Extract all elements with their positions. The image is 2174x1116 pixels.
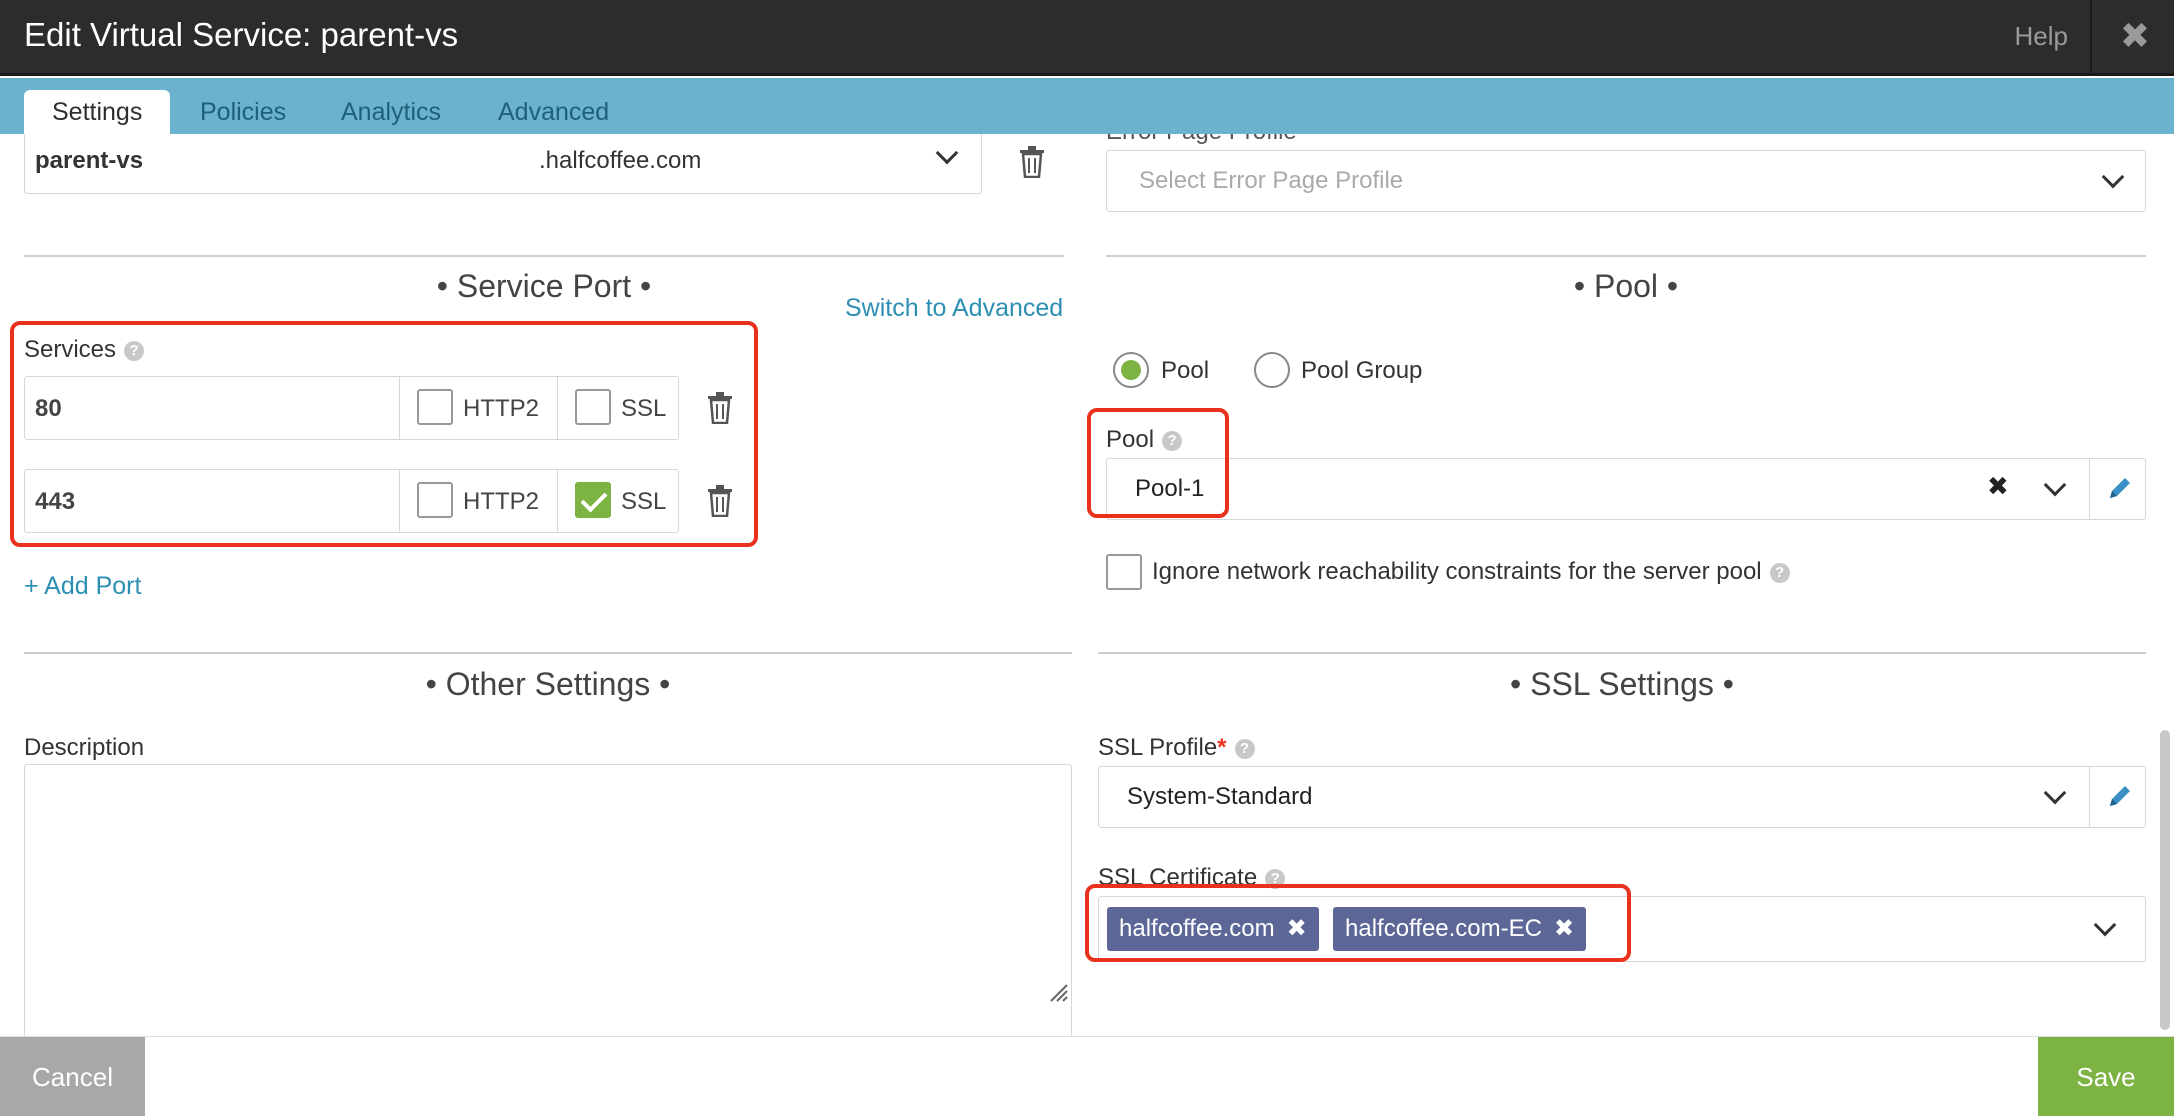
ignore-reachability-text: Ignore network reachability constraints … [1152, 558, 1762, 585]
help-icon[interactable]: ? [1769, 563, 1790, 583]
chevron-down-icon[interactable] [2101, 165, 2125, 189]
footer-bar: Cancel Save [0, 1036, 2174, 1116]
other-settings-title: • Other Settings • [425, 666, 671, 702]
add-port-link[interactable]: + Add Port [24, 572, 141, 601]
resize-handle-icon[interactable] [1047, 981, 1069, 1003]
fqdn-name: parent-vs [35, 147, 144, 174]
pencil-icon[interactable] [2107, 783, 2133, 809]
settings-panel: parent-vs .halfcoffee.com Error Page Pro… [0, 134, 2174, 1036]
title-separator [2090, 0, 2092, 74]
fqdn-field[interactable]: parent-vs .halfcoffee.com [24, 134, 982, 194]
ignore-reachability-checkbox[interactable] [1106, 554, 1142, 590]
section-divider [24, 652, 1072, 654]
tab-settings[interactable]: Settings [24, 90, 171, 134]
pool-group-radio-label: Pool Group [1301, 357, 1423, 384]
section-divider [24, 255, 1064, 257]
chevron-down-icon[interactable] [2043, 473, 2067, 497]
chevron-down-icon[interactable] [2043, 781, 2067, 805]
save-button[interactable]: Save [2038, 1037, 2174, 1116]
section-divider [1098, 652, 2146, 654]
error-page-select[interactable]: Select Error Page Profile [1106, 150, 2146, 212]
title-bar: Edit Virtual Service: parent-vs Help ✖ [0, 0, 2174, 76]
error-page-label: Error Page Profile [1106, 134, 1297, 146]
help-link[interactable]: Help [2015, 21, 2068, 52]
window-title: Edit Virtual Service: parent-vs [24, 16, 459, 53]
tab-bar: Settings Policies Analytics Advanced [0, 78, 2174, 134]
pool-select[interactable]: Pool-1 ✖ [1106, 458, 2146, 520]
ssl-profile-label: SSL Profile*? [1098, 734, 1255, 762]
cancel-button[interactable]: Cancel [0, 1037, 145, 1116]
chevron-down-icon[interactable] [2093, 913, 2117, 937]
chevron-down-icon[interactable] [935, 141, 959, 165]
divider [2089, 459, 2090, 519]
description-textarea[interactable] [24, 764, 1072, 1036]
clear-icon[interactable]: ✖ [1987, 471, 2009, 502]
help-icon[interactable]: ? [1234, 739, 1255, 759]
ssl-profile-select[interactable]: System-Standard [1098, 766, 2146, 828]
divider [2089, 767, 2090, 827]
pencil-icon[interactable] [2107, 475, 2133, 501]
close-icon[interactable]: ✖ [2120, 14, 2150, 58]
required-mark: * [1217, 734, 1227, 761]
switch-to-advanced-link[interactable]: Switch to Advanced [845, 294, 1063, 323]
ignore-reachability-label: Ignore network reachability constraints … [1152, 558, 1790, 586]
ssl-profile-label-text: SSL Profile [1098, 734, 1218, 761]
highlight-box [1085, 884, 1631, 962]
description-label: Description [24, 734, 145, 761]
pool-section-title: • Pool • [1573, 268, 1679, 304]
section-divider [1106, 255, 2146, 257]
highlight-box [1087, 408, 1229, 518]
tab-policies[interactable]: Policies [172, 90, 314, 134]
fqdn-domain: .halfcoffee.com [539, 147, 702, 174]
pool-radio[interactable] [1113, 352, 1149, 388]
error-page-placeholder: Select Error Page Profile [1139, 167, 1404, 194]
ssl-profile-value: System-Standard [1127, 783, 1313, 810]
pool-group-radio[interactable] [1254, 352, 1290, 388]
scrollbar[interactable] [2160, 730, 2170, 1030]
tab-advanced[interactable]: Advanced [470, 90, 637, 134]
pool-radio-label: Pool [1161, 357, 1210, 384]
highlight-box [10, 321, 758, 547]
ssl-settings-title: • SSL Settings • [1510, 666, 1734, 702]
tab-analytics[interactable]: Analytics [313, 90, 469, 134]
trash-icon[interactable] [1018, 146, 1046, 178]
